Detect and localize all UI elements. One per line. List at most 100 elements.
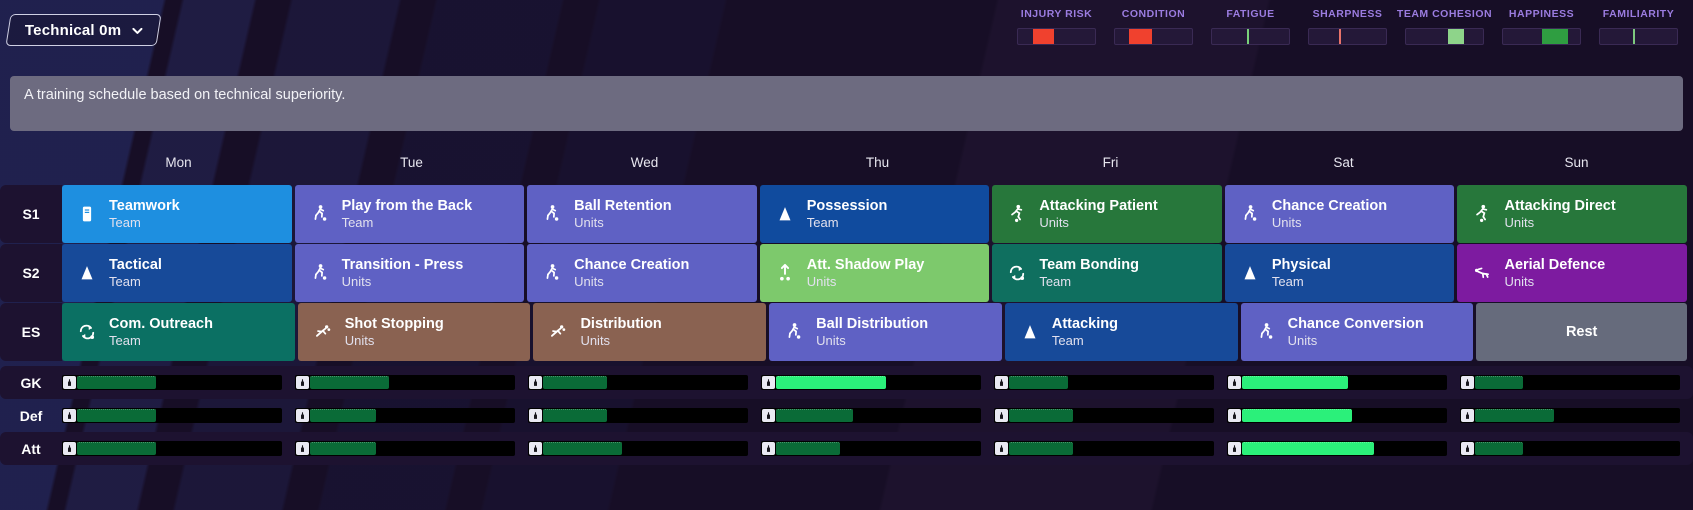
- intensity-bar[interactable]: [994, 375, 1214, 390]
- stat-meter-team-cohesion: TEAM COHESION: [1396, 8, 1493, 45]
- training-session-cell[interactable]: Rest: [1476, 303, 1688, 361]
- intensity-fill: [1009, 442, 1073, 455]
- training-session-unit: Units: [816, 332, 846, 348]
- training-session-text: Attacking Direct Units: [1504, 197, 1615, 231]
- training-session-text: Transition - Press Units: [342, 256, 464, 290]
- training-session-cell[interactable]: Transition - Press Units: [294, 244, 525, 302]
- training-session-cell[interactable]: Attacking Team: [1004, 303, 1238, 361]
- training-session-cell[interactable]: Team Bonding Team: [992, 244, 1222, 302]
- training-session-text: Chance Conversion Units: [1288, 315, 1424, 349]
- player-run-icon: [1004, 203, 1030, 225]
- intensity-bar[interactable]: [1227, 441, 1447, 456]
- training-session-cell[interactable]: Aerial Defence Units: [1457, 244, 1688, 302]
- day-header-wed: Wed: [630, 155, 659, 170]
- training-session-cell[interactable]: Ball Distribution Units: [769, 303, 1002, 361]
- training-session-cell[interactable]: Possession Team: [759, 185, 990, 243]
- training-session-cell[interactable]: Physical Team: [1224, 244, 1455, 302]
- intensity-fill: [1475, 409, 1555, 422]
- stat-meter-label: TEAM COHESION: [1396, 8, 1493, 20]
- intensity-fill: [310, 442, 376, 455]
- stat-meter-fatigue: FATIGUE: [1202, 8, 1299, 45]
- training-session-cell[interactable]: Chance Creation Units: [1224, 185, 1455, 243]
- intensity-fill: [77, 442, 157, 455]
- intensity-bar[interactable]: [1460, 408, 1680, 423]
- training-session-text: Tactical Team: [109, 256, 162, 290]
- stat-meter-happiness: HAPPINESS: [1493, 8, 1590, 45]
- training-session-cell[interactable]: Att. Shadow Play Units: [759, 244, 990, 302]
- intensity-bar[interactable]: [994, 441, 1214, 456]
- intensity-cell: [1227, 441, 1460, 456]
- intensity-cell: [295, 375, 528, 390]
- training-intensity-icon: [1461, 409, 1474, 422]
- intensity-fill: [77, 376, 157, 389]
- training-session-cell[interactable]: Com. Outreach Team: [62, 303, 295, 361]
- player-run-icon: [1469, 203, 1495, 225]
- training-session-cell[interactable]: Play from the Back Team: [294, 185, 525, 243]
- training-session-text: Rest: [1566, 323, 1597, 341]
- intensity-bar[interactable]: [295, 408, 515, 423]
- training-session-name: Distribution: [580, 315, 662, 332]
- intensity-fill: [1475, 376, 1524, 389]
- intensity-bar[interactable]: [528, 408, 748, 423]
- stat-meter-condition: CONDITION: [1105, 8, 1202, 45]
- intensity-bar[interactable]: [761, 408, 981, 423]
- intensity-bar[interactable]: [994, 408, 1214, 423]
- training-intensity-icon: [529, 409, 542, 422]
- intensity-bar[interactable]: [1460, 441, 1680, 456]
- intensity-cell: [1460, 408, 1693, 423]
- training-session-cell[interactable]: Attacking Patient Units: [992, 185, 1222, 243]
- keeper-dive-icon: [545, 321, 571, 343]
- intensity-bar[interactable]: [295, 441, 515, 456]
- training-intensity-section: GK Def Att: [0, 366, 1693, 465]
- training-session-text: Team Bonding Team: [1039, 256, 1139, 290]
- training-schedule-grid: S1 TeamworkTeam Play from the BackTeam: [0, 185, 1693, 361]
- stat-meter-fill: [1033, 29, 1055, 44]
- training-session-unit: Units: [1504, 214, 1535, 230]
- intensity-bar[interactable]: [62, 408, 282, 423]
- training-intensity-icon: [1228, 376, 1241, 389]
- training-session-cell[interactable]: Tactical Team: [62, 244, 292, 302]
- intensity-bar[interactable]: [761, 375, 981, 390]
- intensity-bar[interactable]: [62, 441, 282, 456]
- day-header-row: Mon Tue Wed Thu Fri Sat Sun: [0, 155, 1693, 183]
- training-session-text: Chance Creation Units: [574, 256, 689, 290]
- training-session-unit: Units: [574, 273, 604, 289]
- intensity-cell: [761, 375, 994, 390]
- training-session-cell[interactable]: Ball Retention Units: [527, 185, 757, 243]
- intensity-bar[interactable]: [1460, 375, 1680, 390]
- player-ball-icon: [307, 262, 333, 284]
- training-session-unit: Units: [1504, 273, 1535, 289]
- intensity-bar[interactable]: [528, 441, 748, 456]
- training-session-cell[interactable]: Shot Stopping Units: [297, 303, 531, 361]
- stat-meter-fill: [1128, 29, 1152, 44]
- training-session-cell[interactable]: Teamwork Team: [62, 185, 292, 243]
- intensity-bar[interactable]: [761, 441, 981, 456]
- schedule-selector-dropdown[interactable]: Technical 0m: [5, 14, 162, 46]
- schedule-description: A training schedule based on technical s…: [10, 76, 1683, 131]
- training-session-name: Attacking: [1051, 315, 1118, 332]
- chevron-down-icon: [131, 24, 144, 37]
- training-session-cell[interactable]: Chance Conversion Units: [1240, 303, 1474, 361]
- intensity-fill: [543, 409, 607, 422]
- cone-icon: [1017, 321, 1043, 343]
- training-session-unit: Units: [1271, 214, 1302, 230]
- training-session-unit: Team: [806, 214, 839, 230]
- bonding-icon: [74, 321, 100, 343]
- training-intensity-icon: [1461, 442, 1474, 455]
- training-session-cell[interactable]: Attacking Direct Units: [1457, 185, 1688, 243]
- intensity-bar[interactable]: [1227, 375, 1447, 390]
- training-intensity-icon: [762, 442, 775, 455]
- training-session-unit: Team: [1271, 273, 1304, 289]
- intensity-bar[interactable]: [1227, 408, 1447, 423]
- training-intensity-icon: [995, 376, 1008, 389]
- training-intensity-icon: [529, 442, 542, 455]
- intensity-bar[interactable]: [295, 375, 515, 390]
- bonding-icon: [1004, 262, 1030, 284]
- training-session-name: Possession: [806, 197, 888, 214]
- training-session-cell[interactable]: Distribution Units: [533, 303, 767, 361]
- training-session-cell[interactable]: Chance Creation Units: [527, 244, 757, 302]
- training-session-unit: Team: [341, 214, 374, 230]
- intensity-fill: [776, 376, 886, 389]
- intensity-bar[interactable]: [62, 375, 282, 390]
- intensity-bar[interactable]: [528, 375, 748, 390]
